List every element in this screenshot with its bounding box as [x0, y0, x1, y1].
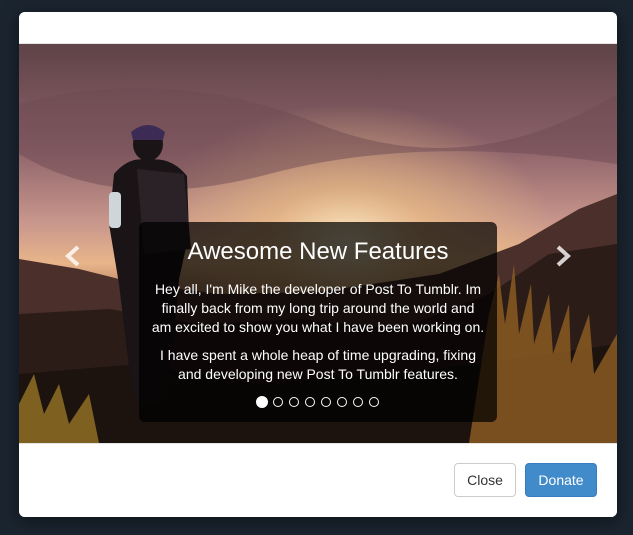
carousel-indicator-7[interactable]: [353, 397, 363, 407]
carousel-indicator-4[interactable]: [305, 397, 315, 407]
slide-paragraph-features: I have spent a whole heap of time upgrad…: [160, 347, 476, 382]
chevron-left-icon: [65, 245, 80, 267]
donate-button[interactable]: Donate: [525, 463, 597, 497]
carousel-indicators: [139, 395, 497, 408]
carousel-indicator-8[interactable]: [369, 397, 379, 407]
news-modal: Awesome New Features Hey all, I'm Mike t…: [19, 12, 617, 517]
carousel-indicator-5[interactable]: [321, 397, 331, 407]
carousel-indicator-3[interactable]: [289, 397, 299, 407]
carousel-indicator-2[interactable]: [273, 397, 283, 407]
slide-paragraph-intro: Hey all, I'm Mike the developer of Post …: [151, 281, 485, 335]
carousel-indicator-1[interactable]: [256, 396, 268, 408]
chevron-right-icon: [556, 245, 571, 267]
carousel-prev-button[interactable]: [59, 244, 87, 272]
feature-carousel: Awesome New Features Hey all, I'm Mike t…: [19, 44, 617, 443]
modal-footer: Close Donate: [19, 443, 617, 517]
slide-caption: Awesome New Features Hey all, I'm Mike t…: [139, 222, 497, 422]
carousel-next-button[interactable]: [549, 244, 577, 272]
modal-header: [19, 12, 617, 44]
carousel-indicator-6[interactable]: [337, 397, 347, 407]
close-button[interactable]: Close: [454, 463, 516, 497]
slide-title: Awesome New Features: [187, 238, 449, 265]
